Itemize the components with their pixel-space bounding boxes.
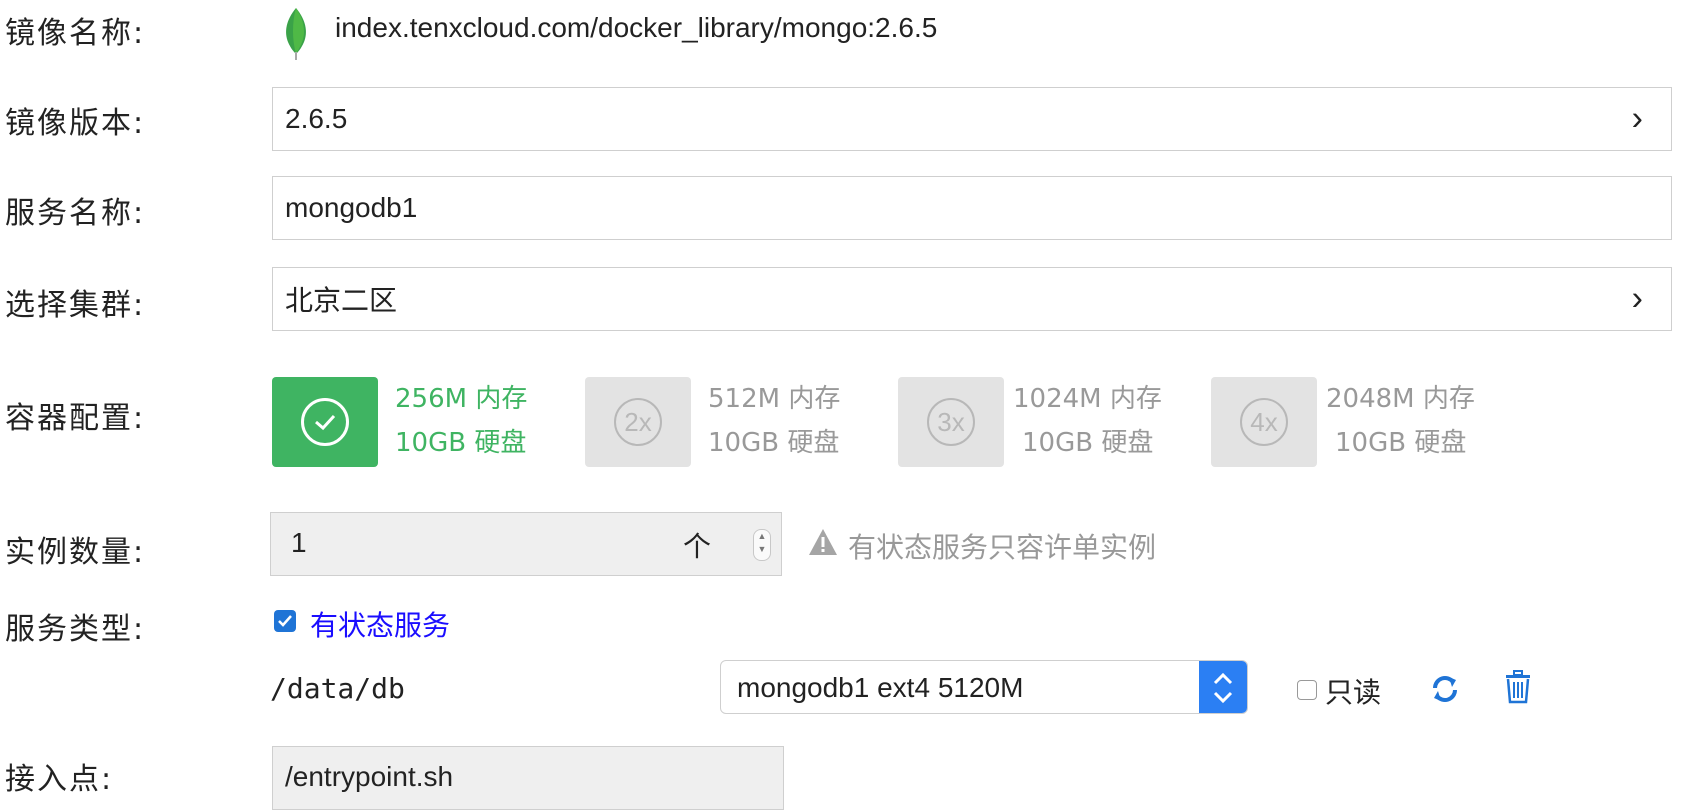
cluster-select[interactable]: 北京二区 › xyxy=(272,267,1672,331)
config-option-1024m[interactable]: 3x xyxy=(898,377,1004,467)
config-memory: 1024M 内存 xyxy=(1013,384,1162,414)
service-name-input[interactable]: mongodb1 xyxy=(272,176,1672,240)
refresh-icon[interactable] xyxy=(1428,672,1462,711)
warning-icon xyxy=(808,528,838,561)
4x-badge-icon: 4x xyxy=(1240,398,1288,446)
instances-stepper[interactable]: 1 个 ▲ ▼ xyxy=(270,512,782,576)
container-config-label: 容器配置: xyxy=(5,401,146,436)
config-memory: 256M 内存 xyxy=(395,384,528,414)
trash-icon[interactable] xyxy=(1503,670,1533,709)
stateful-checkbox[interactable] xyxy=(274,610,296,632)
readonly-checkbox[interactable] xyxy=(1297,680,1317,700)
check-icon xyxy=(278,615,292,627)
config-disk: 10GB 硬盘 xyxy=(395,428,527,458)
image-name-value: index.tenxcloud.com/docker_library/mongo… xyxy=(335,12,938,43)
config-option-256m[interactable] xyxy=(272,377,378,467)
instances-value: 1 xyxy=(291,527,307,558)
config-memory: 512M 内存 xyxy=(708,384,841,414)
entrypoint-label: 接入点: xyxy=(5,762,114,797)
entrypoint-input[interactable]: /entrypoint.sh xyxy=(272,746,784,810)
image-version-value: 2.6.5 xyxy=(285,103,348,134)
config-option-2048m[interactable]: 4x xyxy=(1211,377,1317,467)
image-version-select[interactable]: 2.6.5 › xyxy=(272,87,1672,151)
config-option-256m-text[interactable]: 256M 内存 10GB 硬盘 xyxy=(395,377,527,465)
cluster-label: 选择集群: xyxy=(5,288,146,323)
spinner-arrows-icon[interactable]: ▲ ▼ xyxy=(753,529,771,561)
check-circle-icon xyxy=(301,398,349,446)
volume-path: /data/db xyxy=(270,672,405,705)
config-option-2048m-text[interactable]: 2048M 内存 10GB 硬盘 xyxy=(1326,377,1475,465)
config-memory: 2048M 内存 xyxy=(1326,384,1475,414)
select-arrows-icon xyxy=(1199,661,1247,713)
image-name-label: 镜像名称: xyxy=(5,16,146,51)
stateful-checkbox-label[interactable]: 有状态服务 xyxy=(310,604,450,644)
service-type-label: 服务类型: xyxy=(5,612,146,647)
config-option-512m-text[interactable]: 512M 内存 10GB 硬盘 xyxy=(708,377,840,465)
service-name-label: 服务名称: xyxy=(5,196,146,231)
readonly-label[interactable]: 只读 xyxy=(1325,671,1381,711)
mongodb-leaf-icon xyxy=(282,6,310,62)
3x-badge-icon: 3x xyxy=(927,398,975,446)
config-option-1024m-text[interactable]: 1024M 内存 10GB 硬盘 xyxy=(1013,377,1162,465)
service-name-value: mongodb1 xyxy=(285,192,418,223)
volume-select-value: mongodb1 ext4 5120M xyxy=(737,672,1024,703)
config-disk: 10GB 硬盘 xyxy=(1335,428,1467,458)
config-disk: 10GB 硬盘 xyxy=(708,428,840,458)
chevron-right-icon: › xyxy=(1631,279,1643,318)
instances-warning-text: 有状态服务只容许单实例 xyxy=(848,531,1157,564)
chevron-right-icon: › xyxy=(1631,99,1643,138)
image-version-label: 镜像版本: xyxy=(5,106,146,141)
entrypoint-value: /entrypoint.sh xyxy=(285,761,454,792)
2x-badge-icon: 2x xyxy=(614,398,662,446)
config-disk: 10GB 硬盘 xyxy=(1022,428,1154,458)
cluster-value: 北京二区 xyxy=(285,284,398,317)
instances-unit: 个 xyxy=(683,530,712,563)
config-option-512m[interactable]: 2x xyxy=(585,377,691,467)
volume-select[interactable]: mongodb1 ext4 5120M xyxy=(720,660,1248,714)
instances-label: 实例数量: xyxy=(5,535,146,570)
